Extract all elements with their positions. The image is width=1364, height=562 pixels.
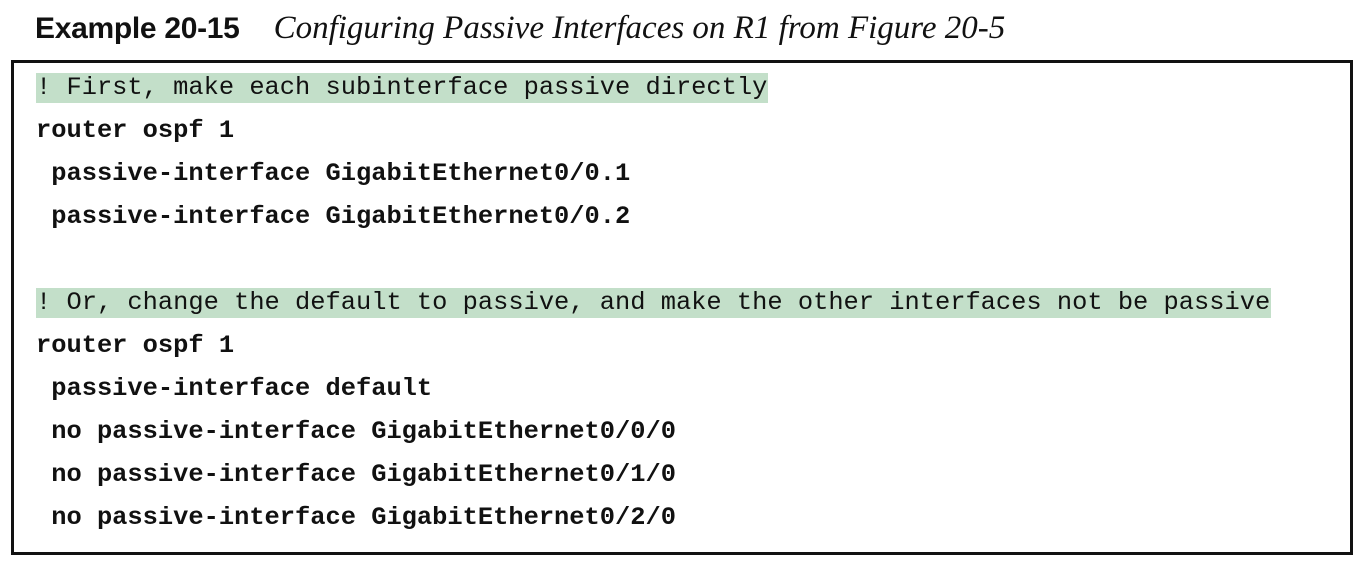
code-line-command: passive-interface default xyxy=(36,374,433,403)
code-line-command: router ospf 1 xyxy=(36,331,235,360)
example-title: Configuring Passive Interfaces on R1 fro… xyxy=(273,10,1006,46)
example-caption: Example 20-15 Configuring Passive Interf… xyxy=(35,10,1005,52)
code-line-command: no passive-interface GigabitEthernet0/1/… xyxy=(36,460,676,489)
code-line-command: passive-interface GigabitEthernet0/0.1 xyxy=(36,159,631,188)
code-line-comment: ! Or, change the default to passive, and… xyxy=(36,288,1272,318)
code-line-command: no passive-interface GigabitEthernet0/2/… xyxy=(36,503,676,532)
code-listing: ! First, make each subinterface passive … xyxy=(11,60,1353,555)
example-label: Example 20-15 xyxy=(35,12,240,45)
code-line-comment: ! First, make each subinterface passive … xyxy=(36,73,769,103)
code-line-command: no passive-interface GigabitEthernet0/0/… xyxy=(36,417,676,446)
code-line-command: passive-interface GigabitEthernet0/0.2 xyxy=(36,202,631,231)
code-line-command: router ospf 1 xyxy=(36,116,235,145)
